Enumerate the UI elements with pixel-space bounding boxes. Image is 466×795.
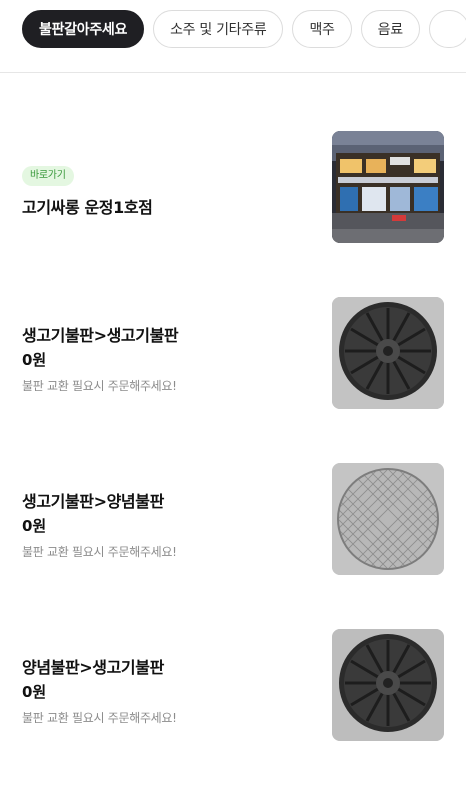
menu-item[interactable]: 생고기불판>생고기불판 0원 불판 교환 필요시 주문해주세요! <box>0 297 466 463</box>
cast-iron-grill-image <box>332 629 444 741</box>
item-name: 생고기불판>양념불판 <box>22 492 164 511</box>
tab-beer[interactable]: 맥주 <box>292 10 352 48</box>
item-description: 불판 교환 필요시 주문해주세요! <box>22 711 177 725</box>
tab-soju-other-liquor[interactable]: 소주 및 기타주류 <box>153 10 284 48</box>
tab-more[interactable] <box>428 10 466 48</box>
menu-item[interactable]: 생고기불판>양념불판 0원 불판 교환 필요시 주문해주세요! <box>0 463 466 629</box>
tab-drinks[interactable]: 음료 <box>360 10 420 48</box>
item-price: 0원 <box>22 351 47 369</box>
menu-item[interactable]: 양념불판>생고기불판 0원 불판 교환 필요시 주문해주세요! <box>0 629 466 795</box>
category-tab-bar: 불판갈아주세요 소주 및 기타주류 맥주 음료 <box>0 0 466 73</box>
store-front-image <box>332 131 444 243</box>
cast-iron-grill-image <box>332 297 444 409</box>
item-name: 생고기불판>생고기불판 <box>22 326 179 345</box>
wire-mesh-grill-image <box>332 463 444 575</box>
item-description: 불판 교환 필요시 주문해주세요! <box>22 379 177 393</box>
store-name: 고기싸롱 운정1호점 <box>22 198 153 217</box>
item-price: 0원 <box>22 683 47 701</box>
item-price: 0원 <box>22 517 47 535</box>
shortcut-badge: 바로가기 <box>22 166 74 186</box>
category-tabs: 불판갈아주세요 소주 및 기타주류 맥주 음료 <box>22 10 466 48</box>
item-name: 양념불판>생고기불판 <box>22 658 164 677</box>
store-link-item[interactable]: 바로가기 고기싸롱 운정1호점 <box>0 131 466 297</box>
tab-change-grill[interactable]: 불판갈아주세요 <box>22 10 145 48</box>
item-description: 불판 교환 필요시 주문해주세요! <box>22 545 177 559</box>
